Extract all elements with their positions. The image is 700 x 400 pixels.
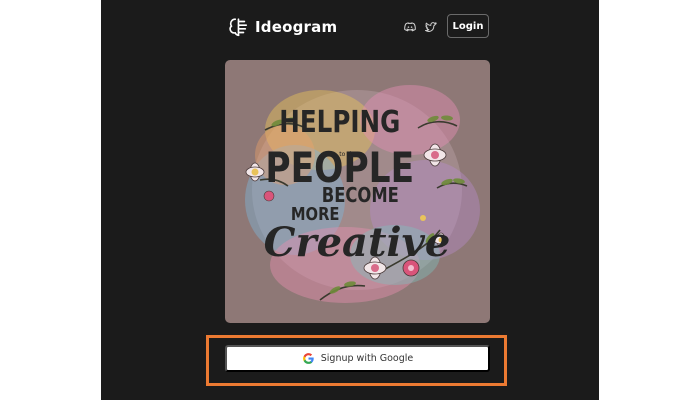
hero-word-helping: HELPING	[279, 106, 400, 140]
twitter-icon[interactable]	[424, 20, 438, 34]
hero-image: HELPING PEOPLE BECOME MORE Creative to d…	[225, 60, 490, 323]
login-button[interactable]: Login	[447, 14, 489, 38]
signup-with-google-button[interactable]: Signup with Google	[225, 345, 490, 372]
ideogram-logo-icon	[229, 18, 248, 37]
discord-icon[interactable]	[403, 20, 417, 34]
app-logo[interactable]: Ideogram	[227, 15, 337, 39]
signup-with-google-label: Signup with Google	[320, 353, 414, 364]
google-icon	[302, 353, 314, 364]
hero-artwork: HELPING PEOPLE BECOME MORE Creative to d…	[225, 60, 490, 323]
hero-badge: to do	[339, 151, 355, 158]
app-name: Ideogram	[255, 18, 338, 36]
hero-word-creative: Creative	[264, 219, 451, 266]
